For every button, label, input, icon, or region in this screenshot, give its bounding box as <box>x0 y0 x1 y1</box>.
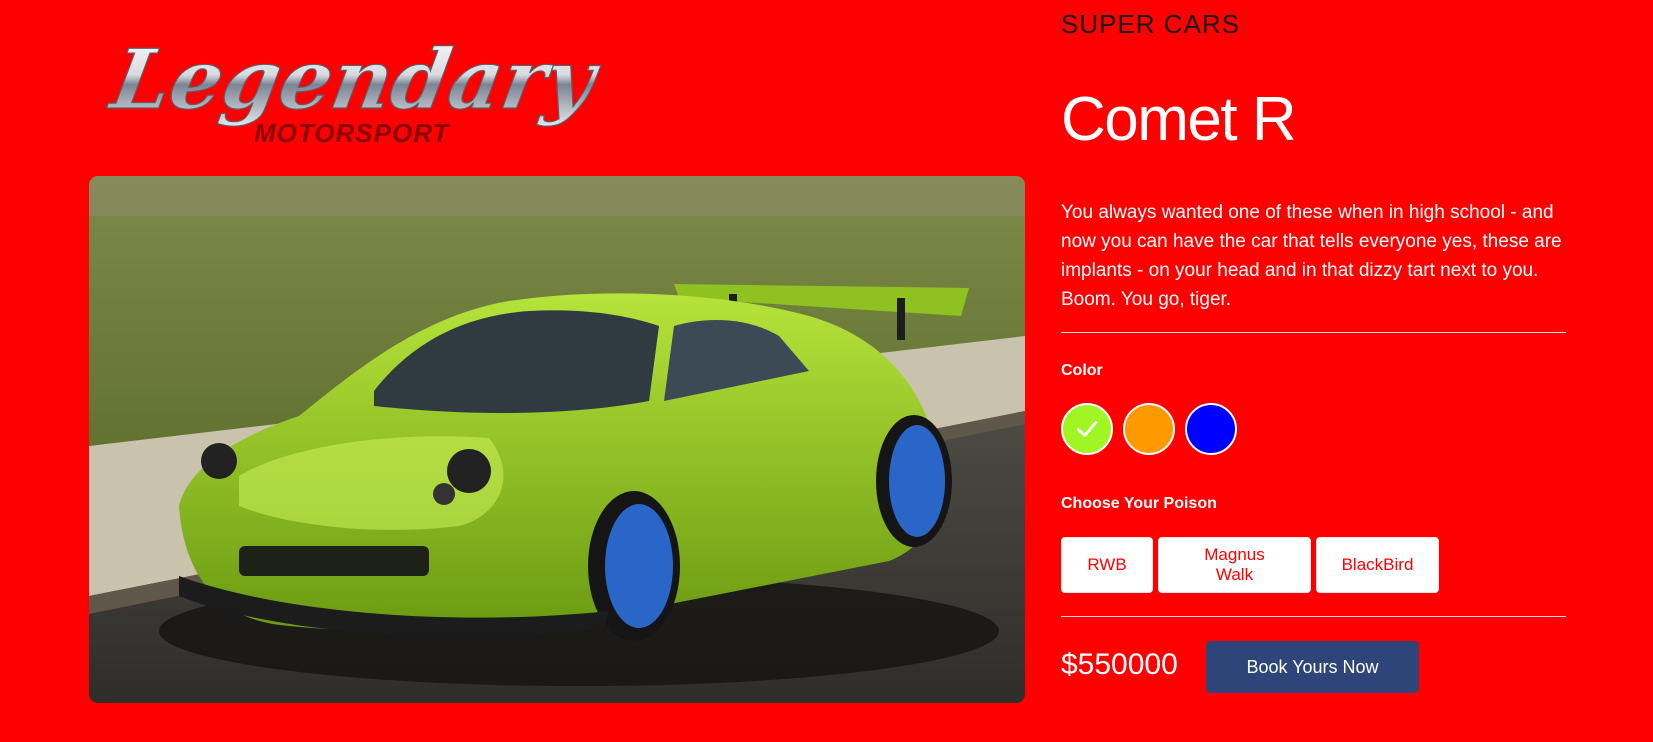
logo-subtitle: MOTORSPORT <box>254 118 451 148</box>
variant-button-blackbird[interactable]: BlackBird <box>1316 537 1439 593</box>
color-swatches <box>1061 403 1237 455</box>
car-image <box>89 176 1025 703</box>
check-icon <box>1076 421 1098 437</box>
car-photo <box>89 176 1025 703</box>
color-label: Color <box>1061 362 1103 379</box>
logo-wordmark: Legendary <box>103 32 607 128</box>
logo-graphic: Legendary MOTORSPORT <box>102 31 607 148</box>
variant-label: Choose Your Poison <box>1061 495 1217 512</box>
product-category: SUPER CARS <box>1061 9 1241 39</box>
color-swatch-orange[interactable] <box>1123 403 1175 455</box>
product-description: You always wanted one of these when in h… <box>1061 202 1562 310</box>
divider <box>1061 332 1566 333</box>
book-now-button[interactable]: Book Yours Now <box>1206 641 1419 693</box>
variant-button-magnus-walk[interactable]: Magnus Walk <box>1158 537 1311 593</box>
product-panel: SUPER CARS Comet R You always wanted one… <box>1061 0 1566 742</box>
brand-logo: Legendary MOTORSPORT <box>102 20 607 160</box>
variant-button-rwb[interactable]: RWB <box>1061 537 1153 593</box>
product-price: $550000 <box>1061 648 1178 681</box>
product-title: Comet R <box>1061 85 1297 154</box>
color-swatch-lime[interactable] <box>1061 403 1113 455</box>
divider <box>1061 616 1566 617</box>
color-swatch-blue[interactable] <box>1185 403 1237 455</box>
variant-options: RWB Magnus Walk BlackBird <box>1061 537 1439 593</box>
